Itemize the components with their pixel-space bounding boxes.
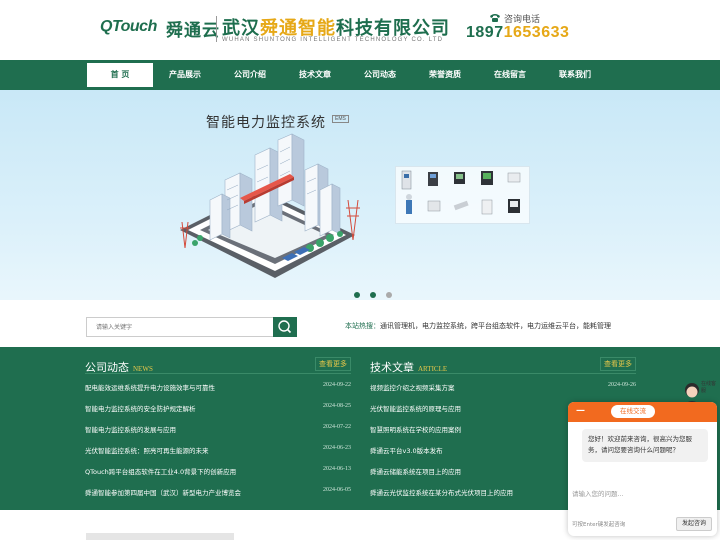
article-item-title: 视频监控介绍之视频采集方案 xyxy=(370,384,455,392)
company-name-pre: 武汉 xyxy=(222,18,260,39)
search-input[interactable] xyxy=(86,317,273,337)
chat-hint: 可按Enter键发起咨询 xyxy=(572,522,626,528)
company-name-highlight: 舜通智能 xyxy=(260,18,336,39)
news-item[interactable]: 配电能效运维系统提升电力设施效率与可靠性 2024-09-22 xyxy=(85,382,351,396)
company-name-post: 科技有限公司 xyxy=(336,18,450,39)
carousel-dots xyxy=(354,283,397,300)
hero-banner[interactable]: 智能电力监控系统 EMS xyxy=(0,90,720,300)
side-service-tag[interactable]: 在线客服 xyxy=(701,380,720,394)
company-name-en: WUHAN SHUNTONG INTELLIGENT TECHNOLOGY CO… xyxy=(222,37,444,43)
hot-search-terms[interactable]: 通讯管理机，电力监控系统，跨平台组态软件，电力运维云平台，能耗管理 xyxy=(380,322,611,330)
main-nav: 首 页 产品展示 公司介绍 技术文章 公司动态 荣誉资质 在线留言 联系我们 xyxy=(0,60,720,90)
phone-icon xyxy=(490,14,500,22)
news-item-date: 2024-06-23 xyxy=(323,445,351,451)
product-thumbnails xyxy=(401,170,521,215)
news-item[interactable]: 智能电力监控系统的安全防护规定解析 2024-08-25 xyxy=(85,403,351,417)
hot-search-label: 本站热搜： xyxy=(345,322,380,330)
news-item[interactable]: 光伏智能监控系统：照亮可再生能源的未来 2024-06-23 xyxy=(85,445,351,459)
search-icon xyxy=(278,320,292,334)
article-item-date: 2024-09-26 xyxy=(608,382,636,388)
phone-number-a: 1897 xyxy=(466,24,504,41)
smart-city-illustration xyxy=(180,133,360,278)
chat-greeting: 您好！欢迎前来咨询，很高兴为您服务，请问您要咨询什么问题呢？ xyxy=(582,429,708,462)
article-item-title: 舜通云储能系统在项目上的应用 xyxy=(370,468,461,476)
news-item-title: QTouch跨平台组态软件在工业4.0背景下的创新应用 xyxy=(85,468,237,476)
chat-input[interactable]: 请输入您的问题... xyxy=(572,488,624,498)
news-item-date: 2024-06-13 xyxy=(323,466,351,472)
news-item[interactable]: QTouch跨平台组态软件在工业4.0背景下的创新应用 2024-06-13 xyxy=(85,466,351,480)
nav-item-honors[interactable]: 荣誉资质 xyxy=(412,63,478,87)
carousel-dot-2[interactable] xyxy=(370,292,377,298)
tech-articles-title-en: ARTICLE xyxy=(418,365,448,373)
product-panel xyxy=(395,166,530,224)
hot-search: 本站热搜：通讯管理机，电力监控系统，跨平台组态软件，电力运维云平台，能耗管理 xyxy=(345,321,611,331)
chat-widget: — 在线交流 您好！欢迎前来咨询，很高兴为您服务，请问您要咨询什么问题呢？ 请输… xyxy=(568,402,717,536)
banner-title: 智能电力监控系统 xyxy=(206,115,326,131)
phone-number[interactable]: 18971653633 xyxy=(466,24,569,42)
article-item-title: 智慧照明系统在学校的应用案例 xyxy=(370,426,461,434)
company-news-title-en: NEWS xyxy=(133,365,153,373)
nav-item-articles[interactable]: 技术文章 xyxy=(282,63,348,87)
company-news-more-button[interactable]: 查看更多 xyxy=(315,357,351,371)
news-item-date: 2024-09-22 xyxy=(323,382,351,388)
nav-item-products[interactable]: 产品展示 xyxy=(152,63,218,87)
logo-divider xyxy=(216,16,217,42)
placeholder-box xyxy=(86,533,234,540)
chat-minimize-button[interactable]: — xyxy=(576,406,585,416)
brand-logo-cn[interactable]: 舜通云 xyxy=(166,16,220,41)
news-item-date: 2024-08-25 xyxy=(323,403,351,409)
article-item[interactable]: 视频监控介绍之视频采集方案 2024-09-26 xyxy=(370,382,636,396)
chat-header: — 在线交流 xyxy=(568,402,717,422)
divider xyxy=(85,373,351,374)
search-section: 本站热搜：通讯管理机，电力监控系统，跨平台组态软件，电力运维云平台，能耗管理 xyxy=(0,300,720,347)
chat-title: 在线交流 xyxy=(611,405,655,418)
news-item-title: 配电能效运维系统提升电力设施效率与可靠性 xyxy=(85,384,215,392)
phone-number-b: 1653633 xyxy=(503,24,570,41)
site-header: QTouch 舜通云 武汉舜通智能科技有限公司 WUHAN SHUNTONG I… xyxy=(0,0,720,60)
news-item-title: 光伏智能监控系统：照亮可再生能源的未来 xyxy=(85,447,209,455)
nav-item-contact[interactable]: 联系我们 xyxy=(542,63,608,87)
news-item-date: 2024-06-05 xyxy=(323,487,351,493)
nav-item-home[interactable]: 首 页 xyxy=(87,63,153,87)
chat-send-button[interactable]: 发起咨询 xyxy=(676,517,712,531)
news-item-title: 智能电力监控系统的发展与应用 xyxy=(85,426,176,434)
article-item-title: 舜通云平台v3.0版本发布 xyxy=(370,447,443,455)
search-button[interactable] xyxy=(273,317,297,337)
carousel-dot-3[interactable] xyxy=(386,292,393,298)
tech-articles-more-button[interactable]: 查看更多 xyxy=(600,357,636,371)
nav-item-about[interactable]: 公司介绍 xyxy=(217,63,283,87)
nav-item-news[interactable]: 公司动态 xyxy=(347,63,413,87)
carousel-dot-1[interactable] xyxy=(354,292,360,298)
page: QTouch 舜通云 武汉舜通智能科技有限公司 WUHAN SHUNTONG I… xyxy=(0,0,720,540)
news-item-date: 2024-07-22 xyxy=(323,424,351,430)
news-item-title: 舜通智能参加第四届中国（武汉）新型电力产业博览会 xyxy=(85,489,241,497)
news-item[interactable]: 舜通智能参加第四届中国（武汉）新型电力产业博览会 2024-06-05 xyxy=(85,487,351,501)
brand-logo[interactable]: QTouch xyxy=(100,18,157,36)
news-item[interactable]: 智能电力监控系统的发展与应用 2024-07-22 xyxy=(85,424,351,438)
nav-item-message[interactable]: 在线留言 xyxy=(477,63,543,87)
article-item-title: 舜通云光伏监控系统在某分布式光伏项目上的应用 xyxy=(370,489,513,497)
divider xyxy=(370,373,636,374)
article-item-title: 光伏智能监控系统的原理与应用 xyxy=(370,405,461,413)
news-item-title: 智能电力监控系统的安全防护规定解析 xyxy=(85,405,196,413)
banner-tag: EMS xyxy=(332,115,349,123)
